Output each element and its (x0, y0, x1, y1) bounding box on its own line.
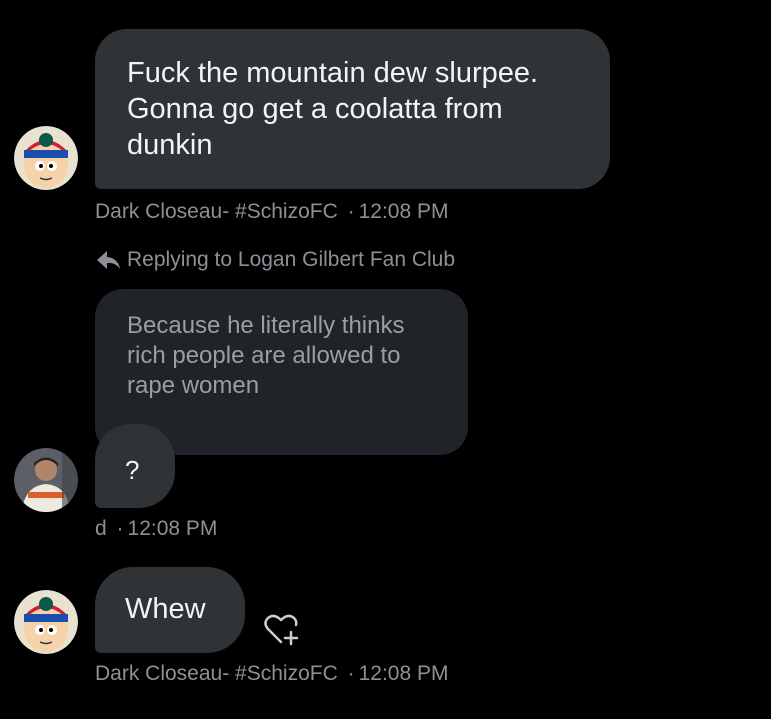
message-meta: d · 12:08 PM (95, 517, 217, 541)
quoted-line: Because he literally thinks (127, 312, 405, 339)
sender-name: Dark Closeau- #SchizoFC (95, 662, 338, 685)
add-reaction-button[interactable] (262, 610, 302, 650)
message-line: Gonna go get a coolatta from (127, 93, 503, 125)
message-line: dunkin (127, 129, 213, 161)
message-bubble[interactable]: Fuck the mountain dew slurpee. Gonna go … (95, 29, 610, 189)
separator-dot: · (347, 662, 355, 685)
message-bubble[interactable]: Whew (95, 567, 245, 653)
quoted-line: rape women (127, 372, 260, 399)
message-text: Whew (125, 593, 206, 625)
quoted-line: rich people are allowed to (127, 342, 401, 369)
cartoon-avatar-icon (14, 590, 78, 654)
message-bubble[interactable]: ? (95, 424, 175, 508)
separator-dot: · (347, 200, 355, 223)
message-time: 12:08 PM (358, 200, 449, 223)
baseball-player-avatar-icon (14, 448, 78, 512)
message-line: Fuck the mountain dew slurpee. (127, 57, 539, 89)
sender-name: d (95, 517, 107, 540)
avatar-dark-closeau[interactable] (14, 590, 78, 654)
message-time: 12:08 PM (358, 662, 449, 685)
reply-label: Replying to Logan Gilbert Fan Club (127, 248, 456, 271)
reply-context[interactable]: Replying to Logan Gilbert Fan Club (95, 248, 455, 272)
message-meta: Dark Closeau- #SchizoFC · 12:08 PM (95, 200, 449, 224)
avatar-dark-closeau[interactable] (14, 126, 78, 190)
cartoon-avatar-icon (14, 126, 78, 190)
message-text: ? (125, 455, 140, 485)
heart-plus-icon (264, 614, 299, 646)
message-time: 12:08 PM (127, 517, 218, 540)
avatar-d[interactable] (14, 448, 78, 512)
message-meta: Dark Closeau- #SchizoFC · 12:08 PM (95, 662, 449, 686)
separator-dot: · (116, 517, 124, 540)
sender-name: Dark Closeau- #SchizoFC (95, 200, 338, 223)
reply-arrow-icon (97, 251, 120, 269)
